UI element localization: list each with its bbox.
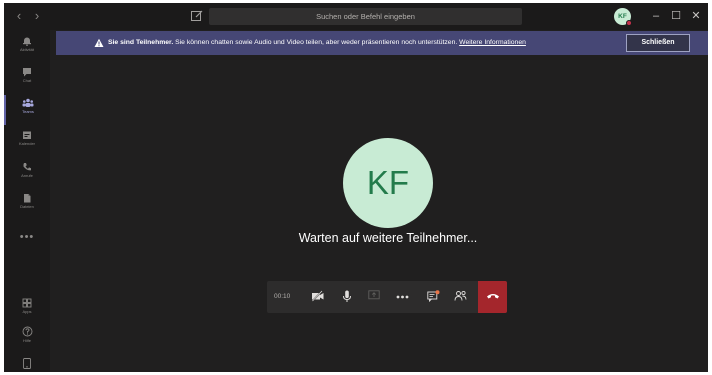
microphone-icon bbox=[343, 290, 351, 302]
conversation-icon bbox=[426, 290, 439, 302]
waiting-message: Warten auf weitere Teilnehmer... bbox=[298, 231, 478, 245]
rail-label-help: Hilfe bbox=[22, 338, 31, 343]
user-avatar[interactable]: KF bbox=[614, 8, 632, 26]
rail-item-help[interactable]: Hilfe bbox=[4, 323, 50, 353]
forward-arrow-icon[interactable]: › bbox=[30, 8, 44, 24]
help-icon bbox=[22, 326, 32, 337]
phone-icon bbox=[23, 163, 31, 171]
title-bar: ‹ › Suchen oder Befehl eingeben KF – ☐ ✕ bbox=[4, 3, 708, 30]
participants-icon bbox=[454, 290, 466, 301]
show-participants-button[interactable] bbox=[449, 281, 471, 313]
banner-message: Sie sind Teilnehmer. Sie können chatten … bbox=[94, 31, 526, 55]
bell-icon bbox=[23, 37, 31, 46]
rail-item-apps[interactable]: Apps bbox=[4, 295, 50, 325]
back-arrow-icon[interactable]: ‹ bbox=[12, 8, 26, 24]
call-timer: 00:10 bbox=[274, 293, 291, 300]
rail-label-activity: Aktivität bbox=[19, 47, 34, 52]
compose-icon[interactable] bbox=[190, 9, 204, 23]
status-dot bbox=[626, 20, 632, 26]
minimize-button[interactable]: – bbox=[648, 8, 664, 25]
rail-label-apps: Apps bbox=[22, 309, 32, 314]
participant-avatar: KF bbox=[343, 138, 433, 228]
rail-label-calls: Anrufe bbox=[21, 173, 33, 178]
rail-item-chat[interactable]: Chat bbox=[4, 64, 50, 94]
calendar-icon bbox=[23, 131, 31, 139]
close-window-button[interactable]: ✕ bbox=[688, 8, 704, 25]
rail-label-files: Dateien bbox=[20, 204, 34, 209]
device-button[interactable] bbox=[4, 357, 50, 371]
rail-item-teams[interactable]: Teams bbox=[4, 95, 50, 125]
meeting-stage: KF Warten auf weitere Teilnehmer... 00:1… bbox=[50, 55, 708, 372]
more-actions-button[interactable] bbox=[391, 281, 413, 313]
rail-item-calendar[interactable]: Kalender bbox=[4, 127, 50, 157]
apps-icon bbox=[22, 298, 32, 308]
rail-item-files[interactable]: Dateien bbox=[4, 190, 50, 220]
share-screen-button bbox=[363, 281, 385, 313]
files-icon bbox=[24, 194, 31, 203]
rail-label-calendar: Kalender bbox=[18, 141, 35, 146]
rail-item-calls[interactable]: Anrufe bbox=[4, 159, 50, 189]
teams-icon bbox=[22, 98, 34, 107]
banner-title: Sie sind Teilnehmer. bbox=[108, 39, 174, 46]
teams-window: ‹ › Suchen oder Befehl eingeben KF – ☐ ✕… bbox=[4, 3, 708, 372]
more-dots-icon bbox=[396, 295, 408, 299]
more-info-link[interactable]: Weitere Informationen bbox=[459, 39, 526, 46]
show-conversation-button[interactable] bbox=[422, 281, 444, 313]
chat-icon bbox=[23, 68, 31, 77]
camera-off-icon bbox=[311, 290, 324, 302]
share-screen-icon bbox=[368, 290, 380, 300]
rail-label-teams: Teams bbox=[22, 109, 34, 114]
banner-body: Sie können chatten sowie Audio und Video… bbox=[173, 39, 460, 46]
user-initials: KF bbox=[618, 13, 627, 20]
microphone-button[interactable] bbox=[336, 281, 358, 313]
close-banner-button[interactable]: Schließen bbox=[626, 34, 690, 52]
maximize-button[interactable]: ☐ bbox=[668, 8, 684, 25]
rail-label-chat: Chat bbox=[22, 78, 32, 83]
camera-off-button[interactable] bbox=[307, 281, 329, 313]
hang-up-icon bbox=[486, 294, 499, 299]
participant-banner: Sie sind Teilnehmer. Sie können chatten … bbox=[56, 31, 708, 55]
device-icon bbox=[23, 358, 31, 369]
search-input[interactable]: Suchen oder Befehl eingeben bbox=[209, 8, 522, 25]
rail-item-activity[interactable]: Aktivität bbox=[4, 33, 50, 63]
more-apps-button[interactable]: ••• bbox=[4, 231, 50, 243]
app-rail: Aktivität Chat Teams Kalender Anrufe Dat… bbox=[4, 30, 50, 372]
hang-up-button[interactable] bbox=[478, 281, 507, 313]
call-controls: 00:10 bbox=[267, 281, 507, 313]
